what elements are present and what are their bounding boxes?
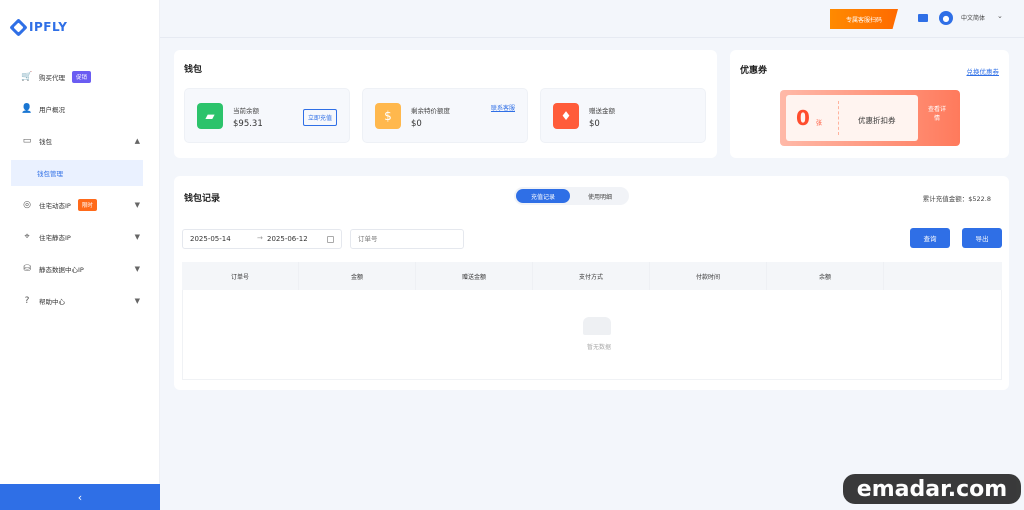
sidebar-item-label: 用户概况 <box>39 106 65 114</box>
contact-support-link[interactable]: 联系客服 <box>491 103 515 112</box>
promo-badge: 促销 <box>72 71 92 83</box>
sidebar-item-wallet[interactable]: ▭ 钱包 ▲ <box>22 131 146 151</box>
query-button[interactable]: 查询 <box>910 228 950 248</box>
date-end: 2025-06-12 <box>267 235 308 243</box>
balance-value: $95.31 <box>233 119 263 129</box>
sidebar-item-buy-proxy[interactable]: 🛒 购买代理 促销 <box>21 67 146 87</box>
wallet-icon: ▰ <box>197 103 223 129</box>
sidebar-item-residential-static[interactable]: ⌖ 住宅静态IP ▼ <box>22 227 146 247</box>
table-body: 暂无数据 <box>182 290 1002 380</box>
cart-icon: 🛒 <box>21 72 33 82</box>
wallet-card: 钱包 ▰ 当前余额 $95.31 立即充值 $ 剩余特价额度 $0 联系客服 ♦… <box>174 50 717 158</box>
coupon-title: 优惠券 <box>740 66 768 76</box>
tab-recharge-records[interactable]: 充值记录 <box>516 189 570 203</box>
redeem-coupon-link[interactable]: 兑换优惠券 <box>967 66 1000 76</box>
coupon-card: 优惠券 兑换优惠券 0 张 优惠折扣券 查看详情 <box>730 50 1009 158</box>
help-icon: ? <box>24 296 30 306</box>
logo[interactable]: IPFLY <box>9 17 68 37</box>
column-header: 余额 <box>767 262 884 290</box>
sidebar: IPFLY 🛒 购买代理 促销 👤 用户概况 ▭ 钱包 ▲ 钱包管理 ◎ 住宅动… <box>0 0 160 510</box>
view-coupon-button[interactable]: 查看详情 <box>926 105 948 123</box>
gift-icon: ♦ <box>553 103 579 129</box>
chevron-left-icon: ‹ <box>77 490 83 504</box>
sidebar-item-label: 购买代理 <box>39 74 65 82</box>
support-promo-button[interactable]: 专属客服扫码 <box>830 9 898 29</box>
column-header: 付款时间 <box>650 262 767 290</box>
sidebar-item-label: 住宅动态IP <box>39 202 71 210</box>
calendar-icon <box>327 236 334 243</box>
topbar: 专属客服扫码 ● 中文简体 ⌄ <box>160 0 1024 38</box>
sidebar-item-label: 帮助中心 <box>39 298 65 306</box>
coupon-unit: 张 <box>816 120 823 127</box>
user-icon: 👤 <box>21 104 33 114</box>
coupon-ticket[interactable]: 0 张 优惠折扣券 查看详情 <box>780 90 960 146</box>
sidebar-item-residential-dynamic[interactable]: ◎ 住宅动态IP 限时 ▼ <box>22 195 146 215</box>
limited-badge: 限时 <box>77 199 97 211</box>
logo-text: IPFLY <box>29 20 68 34</box>
chevron-down-icon: ▼ <box>134 233 140 241</box>
wallet-icon: ▭ <box>22 136 32 146</box>
wallet-title: 钱包 <box>184 65 203 75</box>
chevron-down-icon: ▼ <box>134 265 140 273</box>
wallet-records-card: 钱包记录 充值记录 使用明细 累计充值金额：$522.8 2025-05-14 … <box>174 176 1009 390</box>
sidebar-item-datacenter[interactable]: ⛁ 静态数据中心IP ▼ <box>22 259 146 279</box>
server-icon: ⛁ <box>23 264 31 274</box>
chevron-down-icon: ▼ <box>134 201 140 209</box>
chevron-up-icon: ▲ <box>134 137 140 145</box>
order-number-input[interactable] <box>350 229 464 249</box>
language-selector[interactable]: 中文简体 <box>961 13 985 22</box>
column-header: 订单号 <box>182 262 299 290</box>
sidebar-subitem-wallet-management[interactable]: 钱包管理 <box>11 160 143 186</box>
balance-tile: ▰ 当前余额 $95.31 立即充值 <box>184 88 350 143</box>
chevron-down-icon[interactable]: ⌄ <box>997 12 1003 20</box>
tile-label: 赠送金额 <box>589 107 615 115</box>
records-tab-switch: 充值记录 使用明细 <box>514 187 629 205</box>
bonus-value: $0 <box>589 119 600 129</box>
tab-usage-details[interactable]: 使用明细 <box>574 189 626 203</box>
quota-value: $0 <box>411 119 422 129</box>
coupon-name: 优惠折扣券 <box>858 116 896 125</box>
recharge-button[interactable]: 立即充值 <box>302 109 337 126</box>
sidebar-collapse-button[interactable]: ‹ <box>0 484 160 510</box>
bonus-tile: ♦ 赠送金额 $0 <box>540 88 706 143</box>
globe-icon: ◎ <box>23 200 31 210</box>
column-header: 金额 <box>299 262 416 290</box>
tile-label: 当前余额 <box>233 107 259 115</box>
sidebar-item-overview[interactable]: 👤 用户概况 <box>21 99 146 119</box>
total-recharge: 累计充值金额：$522.8 <box>922 195 991 203</box>
date-start: 2025-05-14 <box>190 235 231 243</box>
avatar[interactable]: ● <box>939 11 953 25</box>
empty-box-icon <box>583 317 611 335</box>
chevron-down-icon: ▼ <box>134 297 140 305</box>
tile-label: 剩余特价额度 <box>411 107 450 115</box>
sidebar-item-help[interactable]: ? 帮助中心 ▼ <box>22 291 146 311</box>
logo-icon <box>9 17 28 37</box>
export-button[interactable]: 导出 <box>962 228 1002 248</box>
records-title: 钱包记录 <box>184 194 221 204</box>
message-icon[interactable] <box>918 14 928 22</box>
pin-icon: ⌖ <box>24 232 30 242</box>
sidebar-item-label: 钱包 <box>39 138 52 146</box>
table-header: 订单号 金额 赠送金额 支付方式 付款时间 余额 <box>182 262 1002 290</box>
empty-state-text: 暂无数据 <box>587 344 612 351</box>
date-range-picker[interactable]: 2025-05-14 → 2025-06-12 <box>182 229 342 249</box>
arrow-right-icon: → <box>257 234 263 242</box>
column-header <box>884 262 1001 290</box>
watermark: emadar.com <box>843 474 1021 504</box>
coupon-divider <box>838 101 839 135</box>
sidebar-item-label: 住宅静态IP <box>39 234 71 242</box>
coupon-body: 0 张 优惠折扣券 <box>786 95 918 141</box>
money-bag-icon: $ <box>375 103 401 129</box>
coupon-count: 0 <box>796 106 810 130</box>
sidebar-item-label: 静态数据中心IP <box>39 266 84 274</box>
column-header: 赠送金额 <box>416 262 533 290</box>
column-header: 支付方式 <box>533 262 650 290</box>
special-quota-tile: $ 剩余特价额度 $0 联系客服 <box>362 88 528 143</box>
